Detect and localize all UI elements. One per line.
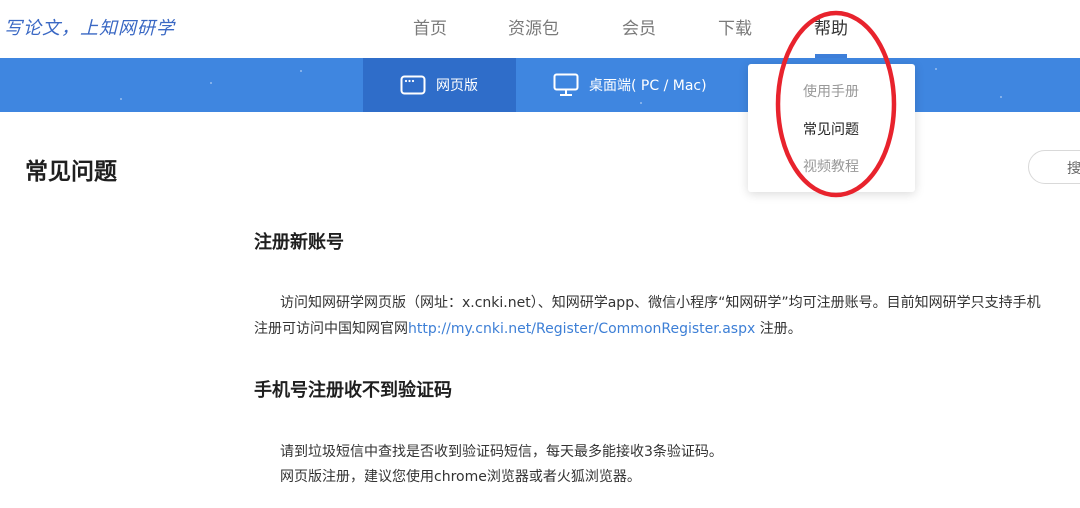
browser-window-icon [400,75,426,95]
faq-answer-text: 注册可访问中国知网官网 [254,321,408,337]
site-logo[interactable]: 写论文，上知网研学 [4,14,175,40]
faq-answer-line: 请到垃圾短信中查找是否收到验证码短信，每天最多能接收3条验证码。 [280,444,723,460]
platform-tab-bar: 网页版 桌面端( PC / Mac) [0,58,1080,112]
decor-dot [935,68,937,70]
page-title: 常见问题 [25,159,117,185]
nav-home[interactable]: 首页 [413,14,447,39]
faq-answer-line: 访问知网研学网页版（网址：x.cnki.net）、知网研学app、微信小程序“知… [280,295,1041,311]
decor-dot [1000,96,1002,98]
tab-desktop-label: 桌面端( PC / Mac) [589,78,707,94]
top-nav: 写论文，上知网研学 首页 资源包 会员 下载 帮助 [0,0,1080,58]
register-link[interactable]: http://my.cnki.net/Register/CommonRegist… [408,321,755,337]
menu-item-faq[interactable]: 常见问题 [803,119,859,139]
faq-question-sms-code: 手机号注册收不到验证码 [254,380,452,401]
tab-web-version[interactable]: 网页版 [363,58,516,112]
faq-answer-text: 注册。 [755,321,802,337]
menu-item-video-tutorial[interactable]: 视频教程 [803,156,859,176]
tab-desktop-version[interactable]: 桌面端( PC / Mac) [516,58,746,112]
search-label: 搜 [1067,161,1080,177]
search-input[interactable]: 搜 [1028,150,1080,184]
help-dropdown-menu: 使用手册 常见问题 视频教程 [748,64,915,192]
faq-answer-line: 网页版注册，建议您使用chrome浏览器或者火狐浏览器。 [280,469,641,485]
faq-answer-line: 注册可访问中国知网官网http://my.cnki.net/Register/C… [254,318,802,338]
decor-dot [300,70,302,72]
faq-question-register: 注册新账号 [254,232,344,253]
nav-membership[interactable]: 会员 [622,14,656,39]
decor-dot [120,98,122,100]
monitor-icon [553,73,579,97]
nav-help[interactable]: 帮助 [814,14,848,39]
menu-item-user-manual[interactable]: 使用手册 [803,81,859,101]
tab-web-label: 网页版 [436,78,478,94]
decor-dot [210,82,212,84]
nav-resource-pack[interactable]: 资源包 [508,14,559,39]
nav-download[interactable]: 下载 [718,14,752,39]
